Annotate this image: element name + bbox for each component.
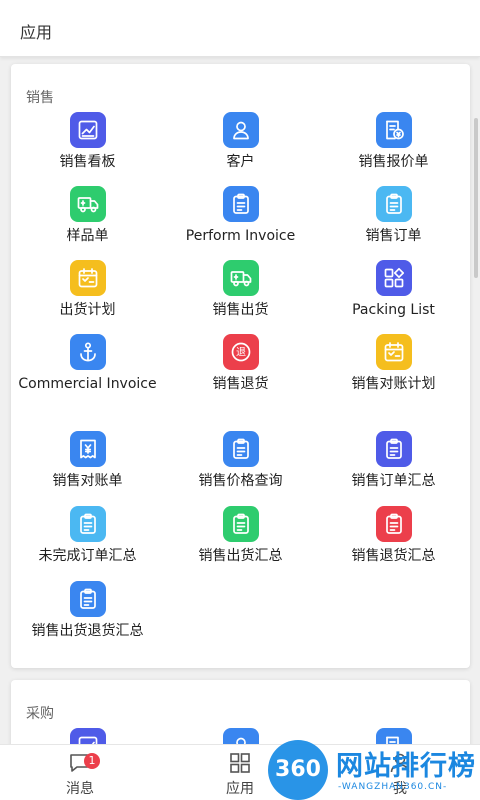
anchor-icon <box>70 334 106 370</box>
app-label: 销售退货汇总 <box>351 548 436 564</box>
app-label: 销售出货退货汇总 <box>31 623 144 639</box>
app-label: Perform Invoice <box>185 228 296 244</box>
apps-content[interactable]: 销售 销售看板 客户 销售报价单样品单 Perform Invoice 销售订单出货计划… <box>0 58 480 744</box>
app-label: 销售对账计划 <box>351 376 436 392</box>
app-label: 销售对账单 <box>52 473 123 489</box>
section-card-sales: 销售 销售看板 客户 销售报价单样品单 Perform Invoice 销售订单出货计划… <box>11 64 470 668</box>
tab-label: 应用 <box>226 781 254 797</box>
scrollbar[interactable] <box>474 118 478 278</box>
clipboard-icon <box>376 186 412 222</box>
clipboard-icon <box>223 431 259 467</box>
clipboard-icon <box>376 431 412 467</box>
app-label: 销售出货 <box>212 302 269 318</box>
user-icon <box>390 753 410 773</box>
app-label: Packing List <box>352 302 435 318</box>
receipt-icon <box>70 431 106 467</box>
app-label: 样品单 <box>66 228 109 244</box>
app-label: 客户 <box>226 154 255 170</box>
section-card-purchase: 采购 <box>11 680 470 744</box>
app-label: 销售看板 <box>59 154 116 170</box>
app-label: 未完成订单汇总 <box>38 548 137 564</box>
app-label: 销售退货 <box>212 376 269 392</box>
quote-icon <box>376 112 412 148</box>
svg-text:退: 退 <box>236 347 246 359</box>
calendar-icon <box>376 334 412 370</box>
app-label: 销售报价单 <box>358 154 429 170</box>
clipboard-icon <box>376 506 412 542</box>
app-label: 出货计划 <box>59 302 116 318</box>
tab-label: 消息 <box>66 781 94 797</box>
app-label: 销售订单汇总 <box>351 473 436 489</box>
top-header: 应用 <box>0 0 480 57</box>
truck-icon <box>70 186 106 222</box>
clipboard-icon <box>223 186 259 222</box>
apps-icon <box>230 753 250 773</box>
app-label: 销售订单 <box>365 228 422 244</box>
calendar-icon <box>70 260 106 296</box>
section-title-sales: 销售 <box>26 90 54 106</box>
return-icon: 退 <box>223 334 259 370</box>
grid-icon <box>376 260 412 296</box>
tab-apps[interactable]: 应用 <box>160 745 320 800</box>
unread-badge: 1 <box>84 753 100 769</box>
chart-icon <box>70 112 106 148</box>
person-icon <box>223 112 259 148</box>
app-label: 销售价格查询 <box>198 473 283 489</box>
app-label: Commercial Invoice <box>18 376 157 392</box>
bottom-tabbar: 1 消息 应用 我 <box>0 744 480 800</box>
tab-me[interactable]: 我 <box>320 745 480 800</box>
tab-messages[interactable]: 1 消息 <box>0 745 160 800</box>
truck-icon <box>223 260 259 296</box>
quote-icon <box>376 728 412 744</box>
clipboard-icon <box>223 506 259 542</box>
page-title: 应用 <box>20 23 53 42</box>
chart-icon <box>70 728 106 744</box>
app-label: 销售出货汇总 <box>198 548 283 564</box>
tab-label: 我 <box>393 781 407 797</box>
clipboard-icon <box>70 506 106 542</box>
clipboard-icon <box>70 581 106 617</box>
person-icon <box>223 728 259 744</box>
section-title-purchase: 采购 <box>26 706 54 722</box>
